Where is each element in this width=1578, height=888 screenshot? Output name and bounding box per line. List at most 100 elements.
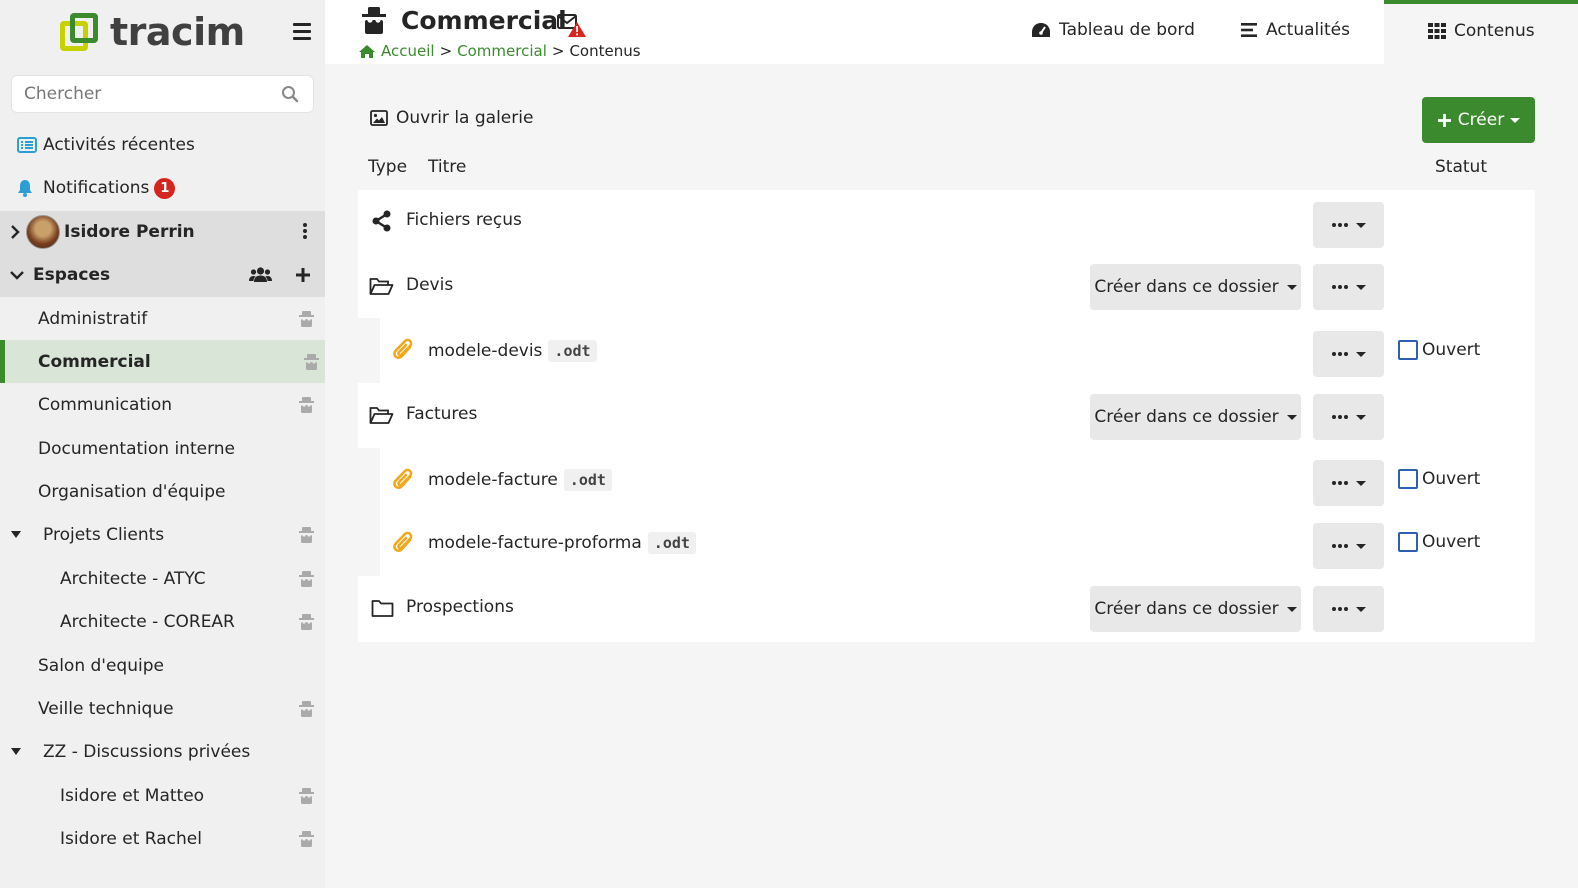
- sidebar-item-label: Isidore et Rachel: [60, 828, 202, 849]
- sidebar-item-isidore-matteo[interactable]: Isidore et Matteo: [0, 774, 325, 817]
- open-gallery-label: Ouvrir la galerie: [396, 108, 534, 128]
- caret-down-icon: [1286, 606, 1297, 612]
- open-gallery-button[interactable]: Ouvrir la galerie: [370, 108, 533, 128]
- tab-contents[interactable]: Contenus: [1384, 0, 1578, 64]
- breadcrumb-home-link[interactable]: Accueil: [381, 42, 435, 60]
- caret-down-icon[interactable]: [11, 531, 21, 538]
- column-header-status[interactable]: Statut: [1435, 157, 1487, 177]
- create-in-folder-button[interactable]: Créer dans ce dossier: [1090, 394, 1301, 440]
- users-icon[interactable]: [249, 266, 272, 283]
- sidebar-item-salon-equipe[interactable]: Salon d'equipe: [0, 644, 325, 687]
- sidebar-item-administratif[interactable]: Administratif: [0, 297, 325, 340]
- column-header-type[interactable]: Type: [368, 157, 407, 177]
- status-badge[interactable]: Ouvert: [1398, 532, 1480, 552]
- notification-count-badge: 1: [154, 177, 176, 199]
- list-icon: [1241, 23, 1257, 37]
- list-item-devis[interactable]: Devis Créer dans ce dossier: [358, 256, 1535, 316]
- status-open-checkbox[interactable]: [1398, 340, 1418, 360]
- sidebar-item-zz-discussions-privees[interactable]: ZZ - Discussions privées: [0, 730, 325, 773]
- sidebar-item-label: Organisation d'équipe: [38, 481, 226, 502]
- caret-down-icon: [1355, 414, 1366, 420]
- sidebar-item-architecte-atyc[interactable]: Architecte - ATYC: [0, 557, 325, 600]
- app-logo[interactable]: tracim: [58, 10, 245, 54]
- home-icon[interactable]: [358, 44, 376, 59]
- user-name: Isidore Perrin: [64, 222, 195, 242]
- kebab-menu-icon[interactable]: [303, 223, 307, 241]
- caret-down-icon: [1286, 284, 1297, 290]
- sidebar-item-label: Architecte - COREAR: [60, 611, 235, 632]
- item-name[interactable]: Fichiers reçus: [406, 210, 522, 230]
- plus-icon[interactable]: [295, 267, 311, 283]
- email-warning-icon[interactable]: [557, 12, 587, 38]
- sidebar-item-commercial[interactable]: Commercial: [0, 340, 325, 383]
- sidebar-item-label: Salon d'equipe: [38, 655, 164, 676]
- item-name[interactable]: modele-devis .odt: [428, 340, 597, 362]
- sidebar-item-label: Isidore et Matteo: [60, 785, 205, 806]
- dashboard-icon: [1032, 23, 1050, 37]
- item-actions-button[interactable]: [1313, 264, 1384, 310]
- status-label: Ouvert: [1422, 340, 1481, 360]
- confidential-icon: [299, 311, 314, 327]
- search-icon[interactable]: [281, 85, 299, 103]
- item-filename: modele-devis: [428, 341, 543, 361]
- status-badge[interactable]: Ouvert: [1398, 469, 1480, 489]
- item-name[interactable]: Devis: [406, 275, 453, 295]
- status-badge[interactable]: Ouvert: [1398, 340, 1480, 360]
- nav-recent-activities[interactable]: Activités récentes: [0, 126, 325, 164]
- sidebar: tracim Activités récentes Notifications …: [0, 0, 325, 888]
- tab-dashboard[interactable]: Tableau de bord: [1031, 20, 1195, 40]
- item-actions-button[interactable]: [1313, 202, 1384, 248]
- create-in-folder-button[interactable]: Créer dans ce dossier: [1090, 264, 1301, 310]
- caret-down-icon[interactable]: [11, 748, 21, 755]
- item-actions-button[interactable]: [1313, 331, 1384, 377]
- item-name[interactable]: Factures: [406, 404, 477, 424]
- tab-contents-label: Contenus: [1454, 21, 1535, 41]
- sidebar-item-documentation-interne[interactable]: Documentation interne: [0, 427, 325, 470]
- caret-down-icon: [1355, 284, 1366, 290]
- list-item-modele-facture-proforma[interactable]: modele-facture-proforma .odt Ouvert: [358, 513, 1535, 573]
- create-button[interactable]: Créer: [1422, 97, 1535, 143]
- confidential-icon: [299, 527, 314, 543]
- chevron-right-icon[interactable]: [10, 224, 20, 240]
- list-item-factures[interactable]: Factures Créer dans ce dossier: [358, 385, 1535, 445]
- list-item-fichiers-recus[interactable]: Fichiers reçus: [358, 191, 1535, 251]
- chevron-down-icon[interactable]: [9, 270, 25, 280]
- item-name[interactable]: Prospections: [406, 597, 514, 617]
- column-header-title[interactable]: Titre: [428, 157, 466, 177]
- folder-open-icon: [369, 407, 394, 424]
- sidebar-item-veille-technique[interactable]: Veille technique: [0, 687, 325, 730]
- status-open-checkbox[interactable]: [1398, 469, 1418, 489]
- item-actions-button[interactable]: [1313, 523, 1384, 569]
- user-menu[interactable]: Isidore Perrin: [0, 211, 325, 253]
- sidebar-item-organisation-equipe[interactable]: Organisation d'équipe: [0, 470, 325, 513]
- sidebar-item-isidore-rachel[interactable]: Isidore et Rachel: [0, 817, 325, 860]
- nav-notifications[interactable]: Notifications 1: [0, 169, 325, 207]
- nav-recent-activities-label: Activités récentes: [43, 135, 195, 155]
- item-actions-button[interactable]: [1313, 394, 1384, 440]
- confidential-icon: [299, 571, 314, 587]
- create-in-folder-button[interactable]: Créer dans ce dossier: [1090, 586, 1301, 632]
- breadcrumb-space-link[interactable]: Commercial: [457, 42, 547, 60]
- search-input[interactable]: [24, 76, 274, 112]
- caret-down-icon: [1355, 480, 1366, 486]
- status-open-checkbox[interactable]: [1398, 532, 1418, 552]
- item-name[interactable]: modele-facture .odt: [428, 469, 612, 491]
- tab-news[interactable]: Actualités: [1240, 20, 1350, 40]
- item-actions-button[interactable]: [1313, 586, 1384, 632]
- item-name[interactable]: modele-facture-proforma .odt: [428, 532, 696, 554]
- menu-toggle-icon[interactable]: [293, 23, 311, 44]
- sidebar-item-architecte-corear[interactable]: Architecte - COREAR: [0, 600, 325, 643]
- spaces-header[interactable]: Espaces: [0, 253, 325, 297]
- sidebar-item-communication[interactable]: Communication: [0, 383, 325, 426]
- sidebar-item-label: ZZ - Discussions privées: [43, 741, 251, 762]
- item-filename: modele-facture: [428, 470, 558, 490]
- list-item-modele-devis[interactable]: modele-devis .odt Ouvert: [358, 321, 1535, 381]
- confidential-icon: [299, 788, 314, 804]
- caret-down-icon: [1355, 606, 1366, 612]
- activity-list-icon: [17, 137, 37, 153]
- sidebar-item-projets-clients[interactable]: Projets Clients: [0, 513, 325, 556]
- item-actions-button[interactable]: [1313, 460, 1384, 506]
- list-item-prospections[interactable]: Prospections Créer dans ce dossier: [358, 578, 1535, 638]
- breadcrumb-separator: >: [439, 42, 453, 60]
- list-item-modele-facture[interactable]: modele-facture .odt Ouvert: [358, 450, 1535, 510]
